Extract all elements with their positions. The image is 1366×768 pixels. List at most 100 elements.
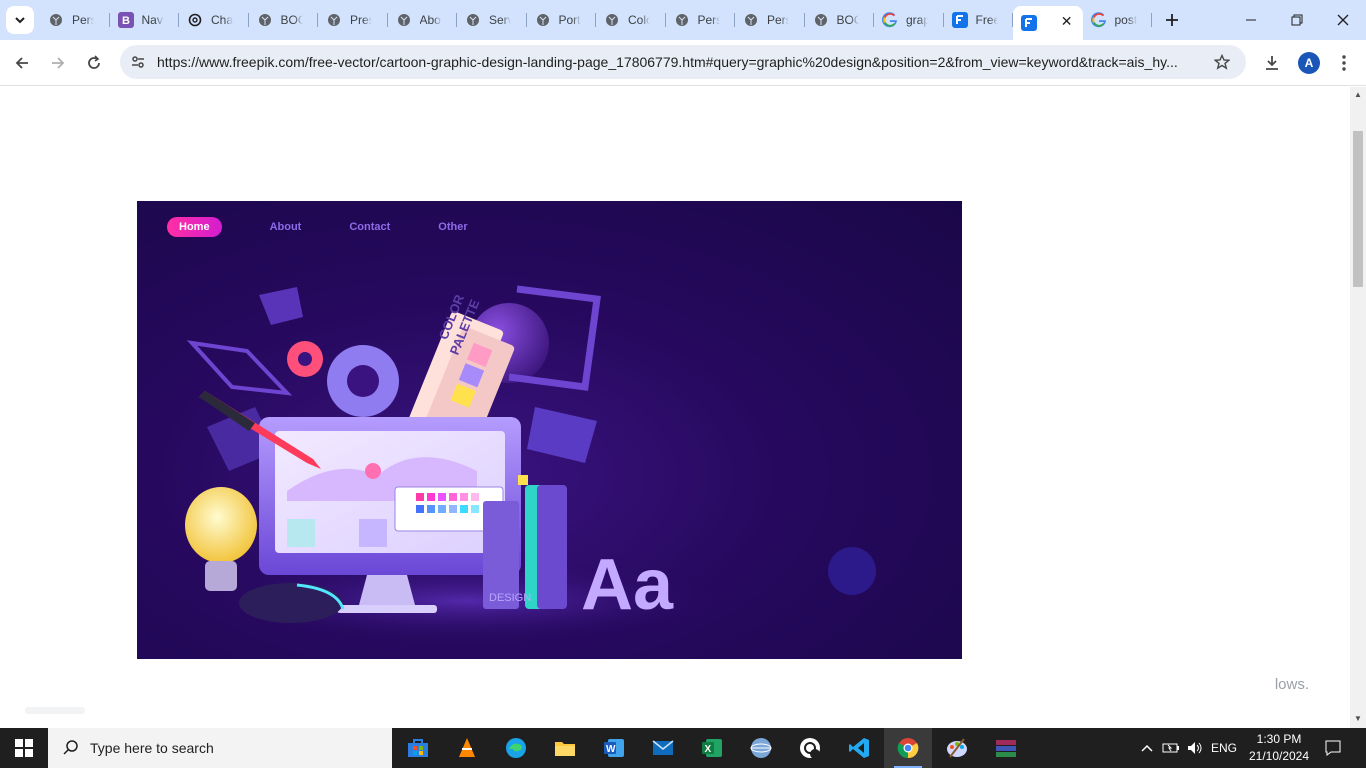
globe-icon	[813, 12, 829, 28]
browser-tab[interactable]: Pers	[666, 6, 735, 34]
taskbar-app-8[interactable]	[737, 728, 785, 768]
tab-title: Serv	[489, 13, 511, 27]
page-scrollbar[interactable]: ▲ ▼	[1350, 87, 1366, 728]
notification-center-button[interactable]	[1320, 728, 1346, 768]
restore-button[interactable]	[1274, 0, 1320, 40]
freepik-icon	[1021, 15, 1037, 31]
reload-button[interactable]	[78, 47, 110, 79]
taskbar-word-app[interactable]: W	[590, 728, 638, 768]
tab-search-button[interactable]	[6, 6, 34, 34]
browser-tab[interactable]: post	[1083, 6, 1152, 34]
taskbar-clock[interactable]: 1:30 PM 21/10/2024	[1242, 731, 1316, 765]
browser-tab[interactable]: ✕	[1013, 6, 1083, 40]
tab-title: Port	[558, 13, 581, 27]
globe-icon	[396, 12, 412, 28]
tab-close-icon[interactable]: ✕	[1061, 13, 1073, 30]
folder-icon	[555, 742, 575, 756]
tray-language[interactable]: ENG	[1208, 728, 1240, 768]
clock-time: 1:30 PM	[1256, 732, 1302, 746]
store-icon	[408, 739, 428, 757]
browser-tab[interactable]: Serv	[457, 6, 527, 34]
taskbar-store-app[interactable]	[394, 728, 442, 768]
globe-icon	[48, 12, 64, 28]
scroll-up-arrow-icon[interactable]: ▲	[1354, 90, 1362, 99]
freepik-icon	[951, 12, 968, 28]
taskbar-excel-app[interactable]: X	[688, 728, 736, 768]
taskbar-vscode-app[interactable]	[835, 728, 883, 768]
tray-power-button[interactable]	[1160, 728, 1182, 768]
forward-button[interactable]	[42, 47, 74, 79]
graphic-design-illustration: COLOR PALETTE DESIGN Aa	[185, 285, 876, 641]
taskbar-search-box[interactable]: Type here to search	[48, 728, 392, 768]
tab-separator	[1151, 13, 1152, 27]
new-tab-button[interactable]	[1158, 6, 1186, 34]
tab-title: Chat	[211, 13, 233, 27]
browser-toolbar: https://www.freepik.com/free-vector/cart…	[0, 40, 1366, 86]
browser-tab[interactable]: Free	[944, 6, 1013, 34]
bookmark-star-icon[interactable]	[1212, 52, 1232, 72]
tab-title: Pres	[350, 13, 372, 27]
browser-tab[interactable]: Port	[527, 6, 596, 34]
browser-tab[interactable]: BOO	[249, 6, 318, 34]
taskbar-vlc-app[interactable]	[443, 728, 491, 768]
browser-tab[interactable]: Pers	[40, 6, 110, 34]
tab-title: grap	[906, 13, 928, 27]
taskbar-mail-app[interactable]	[639, 728, 687, 768]
taskbar-explorer-app[interactable]	[541, 728, 589, 768]
taskbar-winrar-app[interactable]	[982, 728, 1030, 768]
landing-page-preview-image[interactable]: Home About Contact Other COLOR PALETTE D…	[137, 201, 962, 659]
browser-tab[interactable]: Pers	[735, 6, 805, 34]
back-button[interactable]	[6, 47, 38, 79]
browser-tab[interactable]: Colo	[596, 6, 666, 34]
archive-books-icon	[996, 740, 1016, 757]
browser-tab[interactable]: Pres	[318, 6, 388, 34]
clock-date: 21/10/2024	[1248, 749, 1310, 763]
address-bar[interactable]: https://www.freepik.com/free-vector/cart…	[120, 45, 1246, 79]
tab-title: Free	[975, 13, 998, 27]
browser-tab[interactable]: Abo	[388, 6, 457, 34]
site-info-icon[interactable]	[128, 52, 148, 72]
tab-title: post	[1114, 13, 1137, 27]
tab-title: Pers	[72, 13, 94, 27]
google-icon	[1090, 12, 1107, 28]
download-icon	[1266, 56, 1278, 70]
close-window-button[interactable]	[1320, 0, 1366, 40]
globe-icon	[535, 12, 551, 28]
notification-icon	[1325, 740, 1341, 756]
tab-title: Colo	[628, 13, 650, 27]
globe-settings-icon	[750, 738, 772, 758]
taskbar-edge-app[interactable]	[492, 728, 540, 768]
scroll-down-arrow-icon[interactable]: ▼	[1354, 714, 1362, 723]
globe-icon	[604, 12, 620, 28]
windows-logo-icon	[15, 739, 33, 757]
placeholder-bar	[25, 707, 85, 714]
chevron-down-icon	[15, 17, 25, 24]
browser-tab[interactable]: grap	[874, 6, 944, 34]
menu-button[interactable]	[1328, 47, 1360, 79]
tab-title: Pers	[767, 13, 789, 27]
mail-icon	[652, 740, 674, 755]
scrollbar-thumb[interactable]	[1353, 131, 1363, 287]
restore-icon	[1291, 14, 1303, 26]
minimize-button[interactable]	[1228, 0, 1274, 40]
book-design-label: DESIGN	[489, 592, 531, 604]
tab-title: Navi	[141, 13, 164, 27]
tray-overflow-button[interactable]	[1136, 728, 1158, 768]
browser-tab[interactable]: Chat	[179, 6, 249, 34]
tray-volume-button[interactable]	[1184, 728, 1206, 768]
plus-icon	[1166, 14, 1178, 26]
taskbar-chatgpt-app[interactable]	[786, 728, 834, 768]
downloads-button[interactable]	[1256, 47, 1288, 79]
profile-avatar[interactable]: A	[1298, 52, 1320, 74]
browser-tab[interactable]: BOO	[805, 6, 874, 34]
taskbar-chrome-app[interactable]	[884, 728, 932, 768]
excel-icon: X	[702, 739, 722, 757]
more-vert-icon	[1342, 55, 1346, 71]
taskbar-paint-app[interactable]	[933, 728, 981, 768]
tab-title: Abo	[419, 13, 441, 27]
globe-icon	[743, 12, 759, 28]
close-icon	[1337, 14, 1349, 26]
start-button[interactable]	[0, 728, 48, 768]
browser-tab[interactable]: B Navi	[110, 6, 179, 34]
url-text[interactable]: https://www.freepik.com/free-vector/cart…	[157, 54, 1197, 70]
